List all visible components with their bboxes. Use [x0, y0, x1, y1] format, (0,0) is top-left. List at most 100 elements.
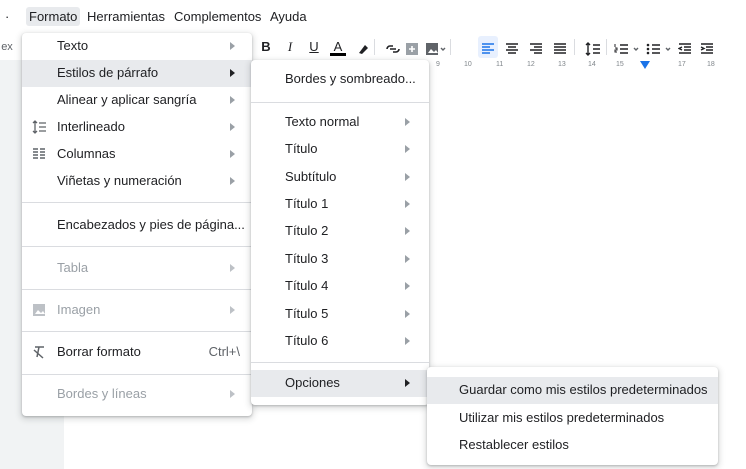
menu-item-titulo[interactable]: Título — [251, 136, 429, 163]
menu-item-subtitulo[interactable]: Subtítulo — [251, 164, 429, 191]
chevron-right-icon — [405, 227, 410, 235]
menu-item-alinear[interactable]: Alinear y aplicar sangría — [22, 87, 252, 114]
menu-item-texto[interactable]: Texto — [22, 33, 252, 60]
align-right-icon[interactable] — [529, 40, 543, 58]
menu-item-columnas[interactable]: Columnas — [22, 141, 252, 168]
chevron-right-icon — [230, 177, 235, 185]
ruler-tick: 14 — [588, 61, 596, 68]
menu-separator — [251, 102, 429, 103]
menu-item-vinetas[interactable]: Viñetas y numeración — [22, 168, 252, 195]
chevron-right-icon — [405, 255, 410, 263]
chevron-right-icon — [230, 42, 235, 50]
menu-item-titulo-4[interactable]: Título 4 — [251, 273, 429, 300]
menu-item-label: Opciones — [285, 375, 340, 390]
menu-item-borrar-formato[interactable]: Borrar formato Ctrl+\ — [22, 339, 252, 366]
toolbar-divider — [606, 39, 607, 55]
ruler-tick: 10 — [464, 61, 472, 68]
justify-icon[interactable] — [553, 40, 567, 58]
chevron-right-icon — [405, 145, 410, 153]
menu-item-titulo-1[interactable]: Título 1 — [251, 191, 429, 218]
chevron-right-icon — [405, 118, 410, 126]
menu-item-interlineado[interactable]: Interlineado — [22, 114, 252, 141]
menu-item-label: Título 3 — [285, 251, 329, 266]
text-color-button[interactable]: A — [330, 38, 346, 56]
menu-item-label: Título 1 — [285, 196, 329, 211]
menu-separator — [22, 202, 252, 203]
chevron-right-icon — [405, 173, 410, 181]
menu-separator — [22, 289, 252, 290]
menu-item-titulo-2[interactable]: Título 2 — [251, 218, 429, 245]
highlight-pen-icon[interactable] — [356, 40, 370, 58]
clear-formatting-icon — [33, 346, 44, 359]
menu-item-bordes-y-lineas: Bordes y líneas — [22, 381, 252, 408]
menu-item-label: Restablecer estilos — [459, 437, 569, 452]
bold-button[interactable]: B — [258, 38, 274, 56]
add-comment-icon[interactable] — [405, 40, 419, 58]
menu-separator — [22, 246, 252, 247]
ruler-tick: 11 — [496, 61, 504, 68]
menu-item-label: Columnas — [57, 146, 116, 161]
menu-item-label: Título 4 — [285, 278, 329, 293]
menu-item-opciones[interactable]: Opciones — [251, 370, 429, 397]
menu-item-label: Guardar como mis estilos predeterminados — [459, 382, 708, 397]
ruler-tick: 12 — [527, 61, 535, 68]
menu-ayuda[interactable]: Ayuda — [270, 9, 307, 24]
chevron-right-icon — [405, 200, 410, 208]
menu-item-titulo-3[interactable]: Título 3 — [251, 246, 429, 273]
menu-item-utilizar-estilos[interactable]: Utilizar mis estilos predeterminados — [427, 405, 718, 432]
chevron-right-icon — [230, 69, 235, 77]
decrease-indent-icon[interactable] — [678, 40, 692, 58]
insert-image-icon[interactable] — [425, 40, 447, 58]
columns-icon — [33, 148, 45, 159]
menu-herramientas[interactable]: Herramientas — [87, 9, 165, 24]
toolbar-divider — [574, 39, 575, 55]
bulleted-list-icon[interactable] — [646, 40, 674, 58]
menu-bar: · Formato Herramientas Complementos Ayud… — [0, 0, 746, 34]
menu-item-label: Título 2 — [285, 223, 329, 238]
menu-item-encabezados[interactable]: Encabezados y pies de página... — [22, 212, 252, 239]
menu-item-label: Utilizar mis estilos predeterminados — [459, 410, 665, 425]
menu-item-label: Bordes y sombreado... — [285, 71, 416, 86]
align-left-icon[interactable] — [481, 40, 495, 58]
menu-formato[interactable]: Formato — [26, 7, 81, 26]
chevron-right-icon — [405, 310, 410, 318]
ruler-tick: 17 — [678, 61, 686, 68]
menu-item-label: Bordes y líneas — [57, 386, 147, 401]
italic-button[interactable]: I — [282, 38, 298, 56]
menu-item-label: Título — [285, 141, 318, 156]
ruler-tick: 18 — [707, 61, 715, 68]
menu-item-label: Encabezados y pies de página... — [57, 217, 245, 232]
chevron-right-icon — [230, 264, 235, 272]
link-icon[interactable] — [385, 40, 401, 58]
line-spacing-icon — [32, 120, 46, 134]
chevron-right-icon — [230, 150, 235, 158]
increase-indent-icon[interactable] — [700, 40, 714, 58]
menu-item-titulo-6[interactable]: Título 6 — [251, 328, 429, 355]
menu-item-estilos-de-parrafo[interactable]: Estilos de párrafo — [22, 60, 252, 87]
menu-item-titulo-5[interactable]: Título 5 — [251, 301, 429, 328]
toolbar-cut-label: ex — [1, 41, 13, 53]
toolbar-divider — [450, 39, 451, 55]
menu-item-label: Subtítulo — [285, 169, 337, 184]
menu-item-label: Imagen — [57, 302, 101, 317]
menu-item-label: Viñetas y numeración — [57, 173, 182, 188]
menu-item-restablecer-estilos[interactable]: Restablecer estilos — [427, 432, 718, 459]
numbered-list-icon[interactable] — [614, 40, 642, 58]
ruler-tick: 9 — [436, 61, 440, 68]
line-spacing-icon[interactable] — [585, 40, 601, 58]
chevron-right-icon — [230, 306, 235, 314]
menu-item-bordes-y-sombreado[interactable]: Bordes y sombreado... — [251, 66, 429, 93]
chevron-right-icon — [405, 379, 410, 387]
menu-item-guardar-estilos[interactable]: Guardar como mis estilos predeterminados — [427, 377, 718, 404]
ruler-indent-marker-icon[interactable] — [640, 61, 650, 69]
paragraph-styles-menu: Bordes y sombreado... Texto normal Títul… — [251, 60, 429, 405]
menu-item-texto-normal[interactable]: Texto normal — [251, 109, 429, 136]
menu-item-label: Título 5 — [285, 306, 329, 321]
menu-item-label: Tabla — [57, 260, 89, 275]
menu-complementos[interactable]: Complementos — [174, 9, 261, 24]
menu-item-label: Borrar formato — [57, 344, 141, 359]
chevron-right-icon — [230, 123, 235, 131]
align-center-icon[interactable] — [505, 40, 519, 58]
underline-button[interactable]: U — [306, 38, 322, 56]
menu-item-tabla: Tabla — [22, 255, 252, 282]
